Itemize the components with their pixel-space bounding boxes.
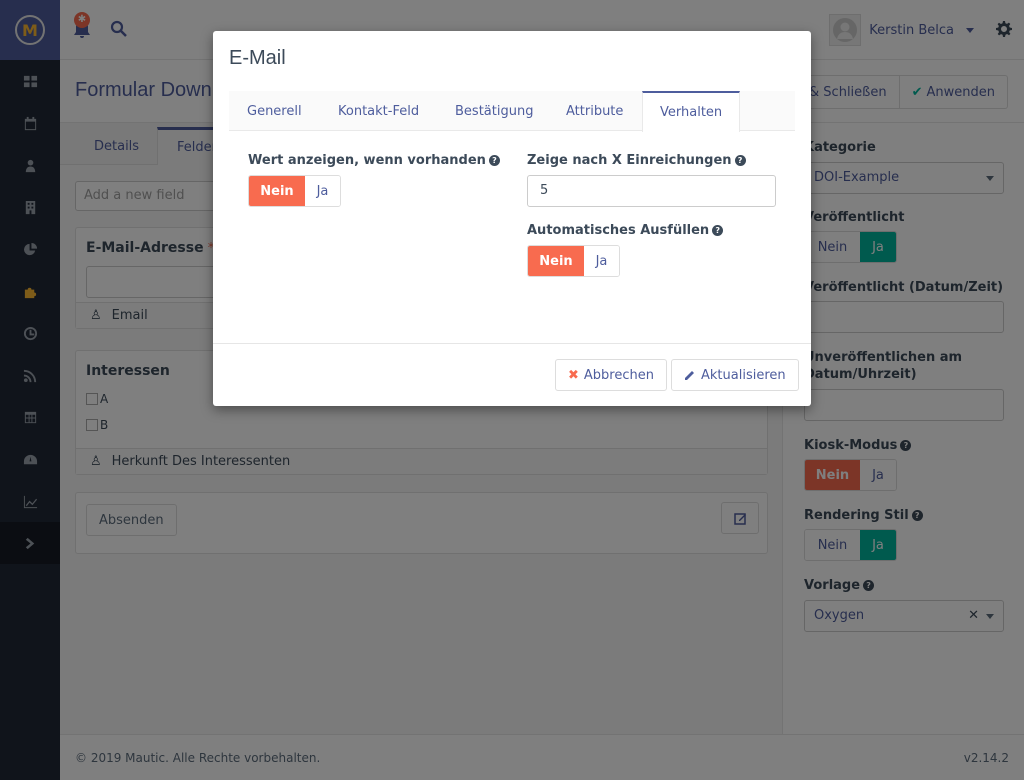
tab-contact-field[interactable]: Kontakt-Feld: [338, 91, 419, 131]
close-icon: ✖: [568, 367, 579, 383]
help-icon[interactable]: ?: [488, 155, 500, 166]
modal-footer-divider: [213, 343, 811, 344]
toggle-yes[interactable]: Ja: [305, 176, 340, 206]
tab-general[interactable]: Generell: [247, 91, 302, 131]
show-after-x-input[interactable]: 5: [527, 175, 776, 207]
tab-behavior[interactable]: Verhalten: [642, 91, 741, 132]
tab-label: Attribute: [566, 103, 624, 119]
tab-label: Verhalten: [660, 105, 723, 120]
tab-confirmation[interactable]: Bestätigung: [455, 91, 533, 131]
show-when-value-exists-toggle[interactable]: Nein Ja: [248, 175, 341, 207]
tab-label: Kontakt-Feld: [338, 103, 420, 119]
modal-title: E-Mail: [229, 47, 286, 69]
toggle-no[interactable]: Nein: [249, 176, 305, 206]
show-when-value-exists-label: Wert anzeigen, wenn vorhanden?: [248, 153, 500, 168]
help-icon[interactable]: ?: [734, 155, 746, 166]
label-text: Wert anzeigen, wenn vorhanden: [248, 153, 486, 168]
help-icon[interactable]: ?: [712, 225, 724, 236]
update-button[interactable]: Aktualisieren: [671, 359, 799, 391]
cancel-label: Abbrechen: [583, 367, 654, 383]
autofill-label: Automatisches Ausfüllen?: [527, 223, 724, 238]
tab-label: Bestätigung: [455, 103, 534, 119]
cancel-button[interactable]: ✖ Abbrechen: [555, 359, 667, 391]
toggle-no[interactable]: Nein: [528, 246, 584, 276]
email-field-modal: E-Mail Generell Kontakt-Feld Bestätigung…: [213, 31, 811, 406]
tab-label: Generell: [247, 103, 302, 119]
label-text: Zeige nach X Einreichungen: [527, 153, 732, 168]
toggle-yes[interactable]: Ja: [584, 246, 619, 276]
modal-tabs: Generell Kontakt-Feld Bestätigung Attrib…: [229, 91, 795, 132]
show-after-x-label: Zeige nach X Einreichungen?: [527, 153, 746, 168]
update-label: Aktualisieren: [701, 367, 786, 383]
autofill-toggle[interactable]: Nein Ja: [527, 245, 620, 277]
tab-attributes[interactable]: Attribute: [566, 91, 623, 131]
pencil-icon: [685, 371, 694, 380]
label-text: Automatisches Ausfüllen: [527, 223, 710, 238]
